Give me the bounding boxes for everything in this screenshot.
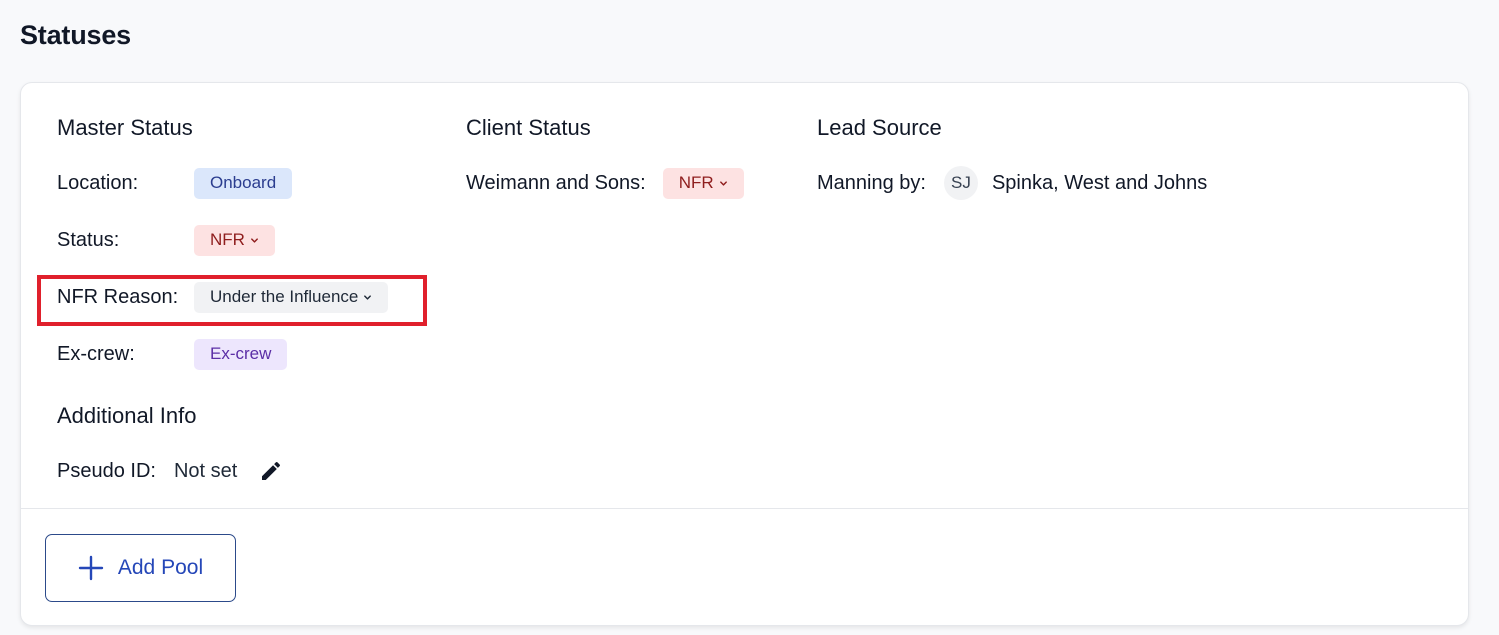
statuses-card: Master Status Location: Onboard Status: … [20, 82, 1469, 626]
location-badge: Onboard [194, 167, 293, 199]
status-value: NFR [210, 230, 245, 249]
master-status-title: Master Status [57, 115, 193, 140]
location-label: Location: [57, 171, 139, 194]
nfr-reason-row: NFR Reason: Under the Influence [57, 280, 437, 314]
plus-icon [78, 555, 104, 581]
ex-crew-row: Ex-crew: Ex-crew [57, 337, 437, 371]
additional-info-title: Additional Info [57, 403, 197, 428]
ex-crew-label: Ex-crew: [57, 342, 135, 365]
master-status-section: Master Status Location: Onboard Status: … [57, 113, 437, 488]
manning-label: Manning by: [817, 171, 926, 194]
pseudo-id-row: Pseudo ID: Not set [57, 454, 437, 488]
pseudo-id-value: Not set [173, 459, 238, 482]
nfr-reason-value: Under the Influence [210, 287, 359, 306]
chevron-down-icon [250, 236, 259, 245]
manning-agency-name: Spinka, West and Johns [991, 171, 1208, 194]
status-label: Status: [57, 228, 120, 251]
client-label: Weimann and Sons: [466, 171, 646, 194]
page-title: Statuses [20, 20, 131, 50]
client-status-dropdown[interactable]: NFR [662, 167, 744, 199]
status-dropdown[interactable]: NFR [194, 224, 275, 256]
add-pool-label: Add Pool [117, 556, 204, 579]
lead-source-section: Lead Source Manning by: SJ Spinka, West … [817, 113, 1317, 200]
pencil-icon[interactable] [259, 459, 283, 483]
location-row: Location: Onboard [57, 166, 437, 200]
client-status-value: NFR [678, 173, 714, 192]
client-status-section: Client Status Weimann and Sons: NFR [466, 113, 786, 200]
lead-source-title: Lead Source [817, 115, 942, 140]
chevron-down-icon [363, 293, 372, 302]
nfr-reason-label: NFR Reason: [57, 285, 179, 308]
pseudo-id-label: Pseudo ID: [57, 459, 156, 482]
footer-divider [21, 508, 1468, 509]
ex-crew-badge: Ex-crew [194, 338, 288, 370]
avatar: SJ [943, 166, 978, 200]
manning-row: Manning by: SJ Spinka, West and Johns [817, 166, 1317, 200]
status-row: Status: NFR [57, 223, 437, 257]
client-row: Weimann and Sons: NFR [466, 166, 786, 200]
add-pool-button[interactable]: Add Pool [45, 534, 236, 602]
client-status-title: Client Status [466, 115, 591, 140]
nfr-reason-dropdown[interactable]: Under the Influence [194, 281, 389, 313]
chevron-down-icon [719, 179, 728, 188]
